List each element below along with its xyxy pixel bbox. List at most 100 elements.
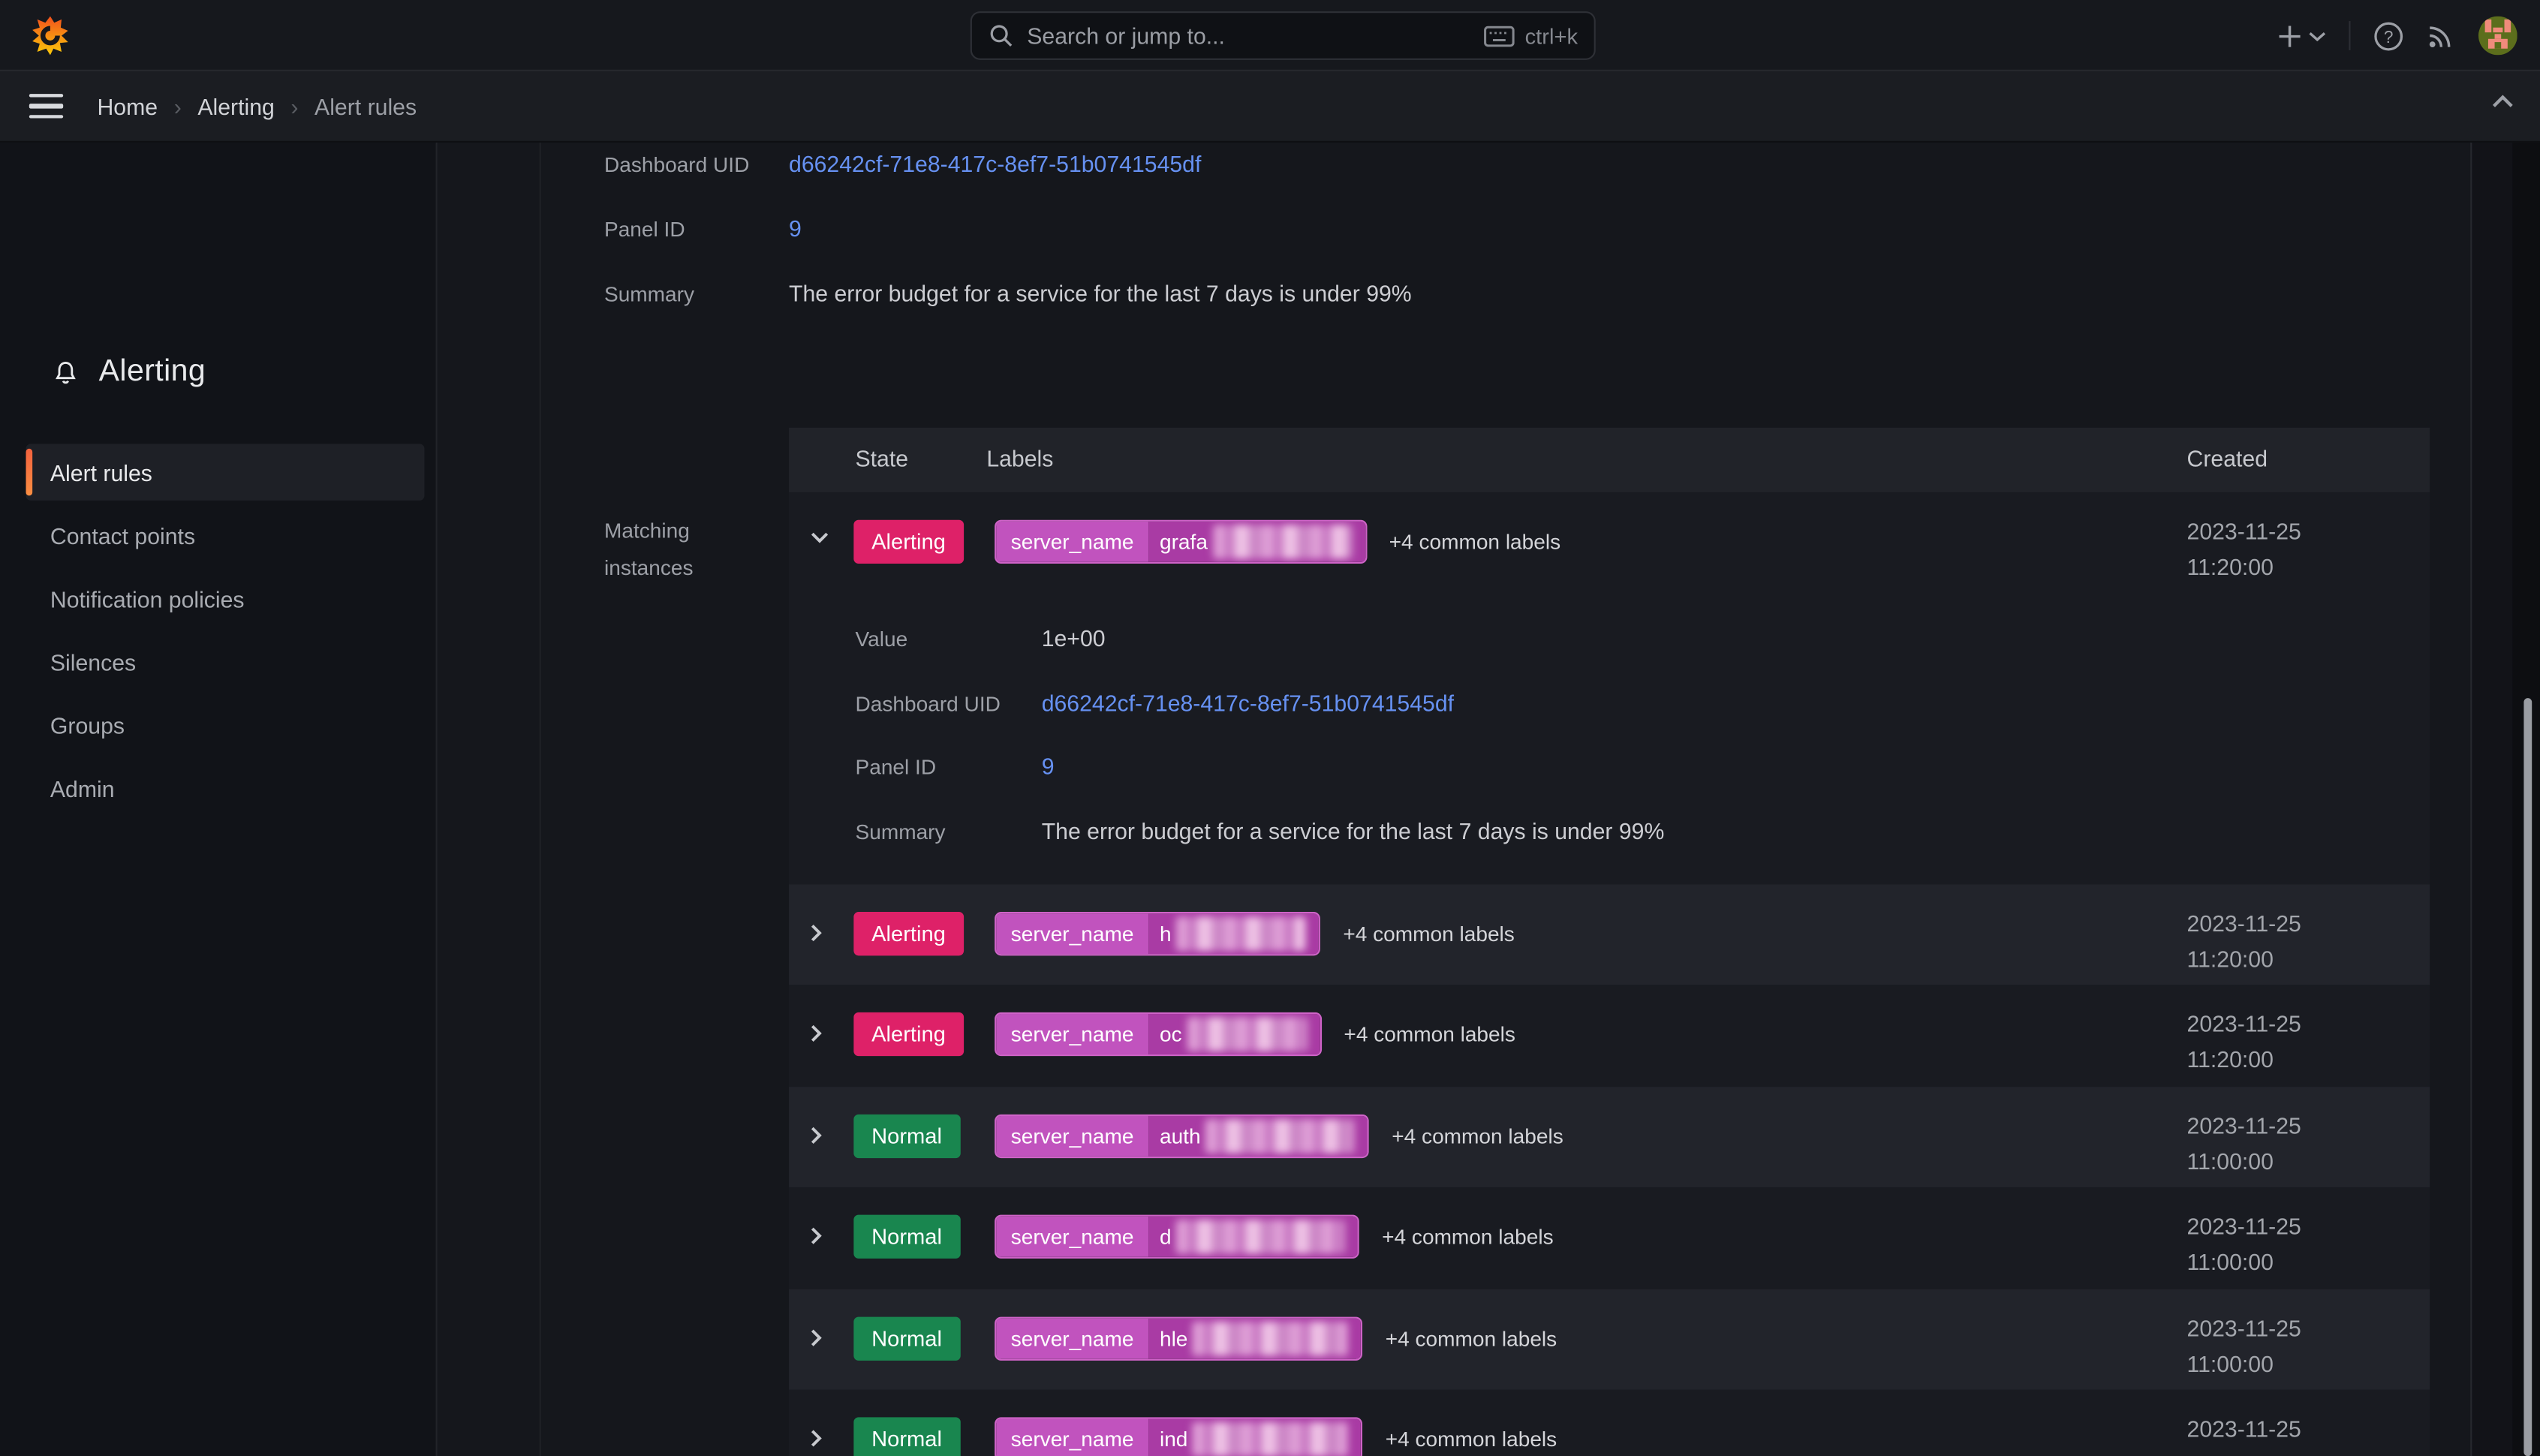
search-shortcut: ctrl+k [1485,23,1578,47]
common-labels-text: +4 common labels [1389,530,1560,554]
sidebar-item-silences[interactable]: Silences [26,633,425,690]
dashboard-uid-link[interactable]: d66242cf-71e8-417c-8ef7-51b0741545df [1042,690,1454,716]
label-value-prefix: h [1160,922,1172,946]
scrollbar-thumb[interactable] [2523,698,2532,1456]
bell-icon [52,359,80,387]
label-pill: server_name auth [995,1115,1369,1158]
field-value: Value1e+00 [856,625,1106,651]
sidebar-item-notification-policies[interactable]: Notification policies [26,570,425,627]
column-header-state: State [856,445,909,471]
expand-row-icon[interactable] [810,1126,823,1145]
sidebar-item-alert-rules[interactable]: Alert rules [26,444,425,501]
table-row[interactable]: Normal server_name auth +4 common labels… [789,1087,2430,1187]
created-timestamp: 2023-11-2511:20:00 [2187,513,2337,585]
common-labels-text: +4 common labels [1382,1225,1553,1249]
redacted-label-value [1187,1017,1307,1051]
label-pill: server_name oc [995,1012,1321,1056]
redacted-label-value [1193,1422,1348,1456]
created-timestamp: 2023-11-2511:20:00 [2187,1006,2337,1077]
collapse-row-icon[interactable] [810,531,829,544]
add-button[interactable] [2277,23,2326,47]
table-row[interactable]: Normal server_name d +4 common labels 20… [789,1187,2430,1289]
label-value-prefix: grafa [1160,530,1208,554]
grafana-app: Search or jump to... ctrl+k [0,0,2540,1456]
breadcrumb-alerting[interactable]: Alerting [197,93,274,119]
label-value-prefix: oc [1160,1022,1182,1046]
status-badge: Normal [853,1215,959,1259]
created-timestamp: 2023-11-2511:00:00 [2187,1208,2337,1280]
common-labels-text: +4 common labels [1344,1022,1515,1046]
help-icon[interactable]: ? [2373,20,2404,51]
search-input[interactable]: Search or jump to... ctrl+k [971,11,1596,60]
dashboard-uid-link[interactable]: d66242cf-71e8-417c-8ef7-51b0741545df [789,151,1201,177]
breadcrumb-home[interactable]: Home [97,93,158,119]
label-value-prefix: auth [1160,1124,1201,1148]
label-value-prefix: d [1160,1225,1172,1249]
table-header: State Labels Created [789,428,2430,492]
panel-id-link[interactable]: 9 [1042,754,1055,780]
field-summary: SummaryThe error budget for a service fo… [856,818,1665,844]
field-summary: Summary The error budget for a service f… [604,280,1412,306]
redacted-label-value [1212,525,1352,558]
redacted-label-value [1193,1322,1348,1355]
common-labels-text: +4 common labels [1386,1327,1557,1351]
redacted-label-value [1176,1220,1344,1253]
search-icon [988,23,1014,49]
user-avatar[interactable] [2478,17,2517,56]
status-badge: Alerting [853,520,963,564]
panel-id-link[interactable]: 9 [789,215,802,242]
column-header-created: Created [2187,445,2268,471]
chevron-up-icon[interactable] [2491,94,2514,108]
label-pill: server_name ind [995,1417,1362,1456]
breadcrumb-bar: Home › Alerting › Alert rules [0,71,2540,143]
top-navigation-bar: Search or jump to... ctrl+k [0,0,2540,71]
field-panel-id: Panel ID 9 [604,215,802,242]
field-dashboard-uid: Dashboard UID d66242cf-71e8-417c-8ef7-51… [604,151,1201,177]
table-row[interactable]: Alerting server_name oc +4 common labels… [789,985,2430,1087]
table-row[interactable]: Alerting server_name h +4 common labels … [789,884,2430,985]
expand-row-icon[interactable] [810,1226,823,1246]
table-row[interactable]: Alerting server_name grafa +4 common lab… [789,492,2430,884]
breadcrumb-current-page: Alert rules [314,93,417,119]
content-right-gutter [2470,143,2512,1456]
breadcrumb: Home › Alerting › Alert rules [97,93,417,119]
topbar-actions: ? [2277,0,2517,71]
common-labels-text: +4 common labels [1386,1427,1557,1451]
status-badge: Alerting [853,912,963,955]
label-pill: server_name hle [995,1317,1362,1361]
label-pill: server_name grafa [995,520,1366,564]
field-panel-id: Panel ID9 [856,754,1055,780]
sidebar: Alerting Alert rules Contact points Noti… [0,143,438,1456]
search-placeholder: Search or jump to... [1027,23,1484,49]
redacted-label-value [1205,1119,1355,1153]
sidebar-item-admin[interactable]: Admin [26,760,425,817]
keyboard-icon [1485,25,1515,46]
expand-row-icon[interactable] [810,923,823,943]
expand-row-icon[interactable] [810,1328,823,1348]
page-body: Alerting Alert rules Contact points Noti… [0,143,2540,1456]
label-pill: server_name d [995,1215,1359,1259]
table-row[interactable]: Normal server_name ind +4 common labels … [789,1390,2430,1456]
sidebar-item-groups[interactable]: Groups [26,696,425,754]
news-rss-icon[interactable] [2427,21,2456,50]
created-timestamp: 2023-11-2511:00:00 [2187,1108,2337,1179]
label-pill: server_name h [995,912,1320,955]
status-badge: Normal [853,1115,959,1158]
sidebar-item-contact-points[interactable]: Contact points [26,507,425,564]
breadcrumb-separator-icon: › [290,93,298,119]
content-left-border [540,143,541,1456]
hamburger-menu-icon[interactable] [29,93,63,119]
label-value-prefix: hle [1160,1327,1187,1351]
expand-row-icon[interactable] [810,1024,823,1043]
created-timestamp: 2023-11-2511:00:00 [2187,1310,2337,1382]
breadcrumb-separator-icon: › [174,93,182,119]
table-row[interactable]: Normal server_name hle +4 common labels … [789,1289,2430,1390]
label-value-prefix: ind [1160,1427,1187,1451]
status-badge: Normal [853,1317,959,1361]
created-timestamp: 2023-11-2511:00:00 [2187,1411,2337,1456]
field-dashboard-uid: Dashboard UIDd66242cf-71e8-417c-8ef7-51b… [856,690,1455,716]
expand-row-icon[interactable] [810,1428,823,1448]
grafana-logo-icon[interactable] [29,14,71,56]
active-indicator [26,449,33,496]
common-labels-text: +4 common labels [1392,1124,1563,1148]
